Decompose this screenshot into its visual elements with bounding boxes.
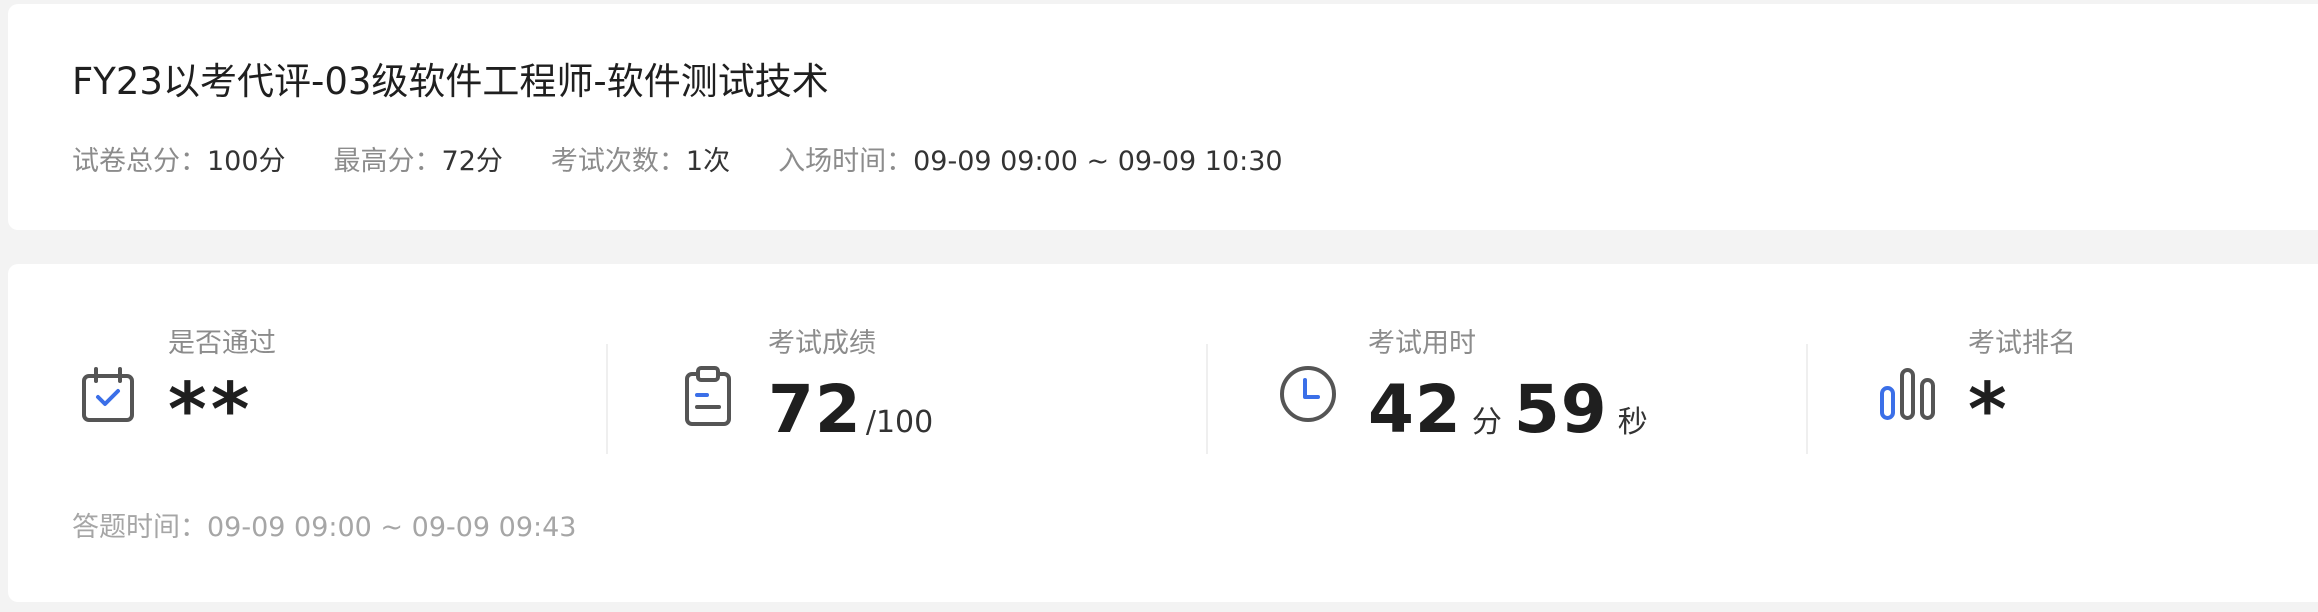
meta-value: 1次 [685, 146, 731, 177]
rank-value: * [1968, 367, 2011, 453]
duration-minutes: 42 [1368, 371, 1462, 448]
answer-time-value: 09-09 09:00 ~ 09-09 09:43 [207, 512, 577, 543]
divider [1806, 344, 1808, 454]
meta-value: 72分 [441, 146, 503, 177]
meta-highest-score: 最高分： 72分 [334, 144, 503, 180]
bar-ranking-icon [1876, 364, 1940, 428]
stat-label: 考试成绩 [768, 328, 876, 359]
exam-meta-row: 试卷总分： 100分 最高分： 72分 考试次数： 1次 入场时间： 09-09… [72, 144, 1283, 180]
meta-label: 入场时间： [778, 146, 914, 177]
stat-label: 是否通过 [168, 328, 276, 359]
clock-icon [1276, 364, 1340, 428]
exam-title: FY23以考代评-03级软件工程师-软件测试技术 [72, 60, 829, 103]
meta-label: 考试次数： [550, 146, 686, 177]
seconds-unit: 秒 [1617, 405, 1648, 440]
calendar-check-icon [76, 364, 140, 428]
minutes-unit: 分 [1471, 405, 1502, 440]
answer-time-label: 答题时间： [72, 512, 207, 543]
stat-pass: 是否通过 ** [76, 326, 676, 476]
stat-label: 考试用时 [1368, 328, 1476, 359]
meta-value: 100分 [207, 146, 286, 177]
clipboard-icon [676, 364, 740, 428]
stat-value: 42 分 59 秒 [1368, 370, 1660, 450]
answer-time: 答题时间： 09-09 09:00 ~ 09-09 09:43 [72, 510, 576, 546]
meta-label: 最高分： [333, 146, 442, 177]
stat-value: 72 /100 [768, 370, 933, 450]
meta-attempts: 考试次数： 1次 [551, 144, 730, 180]
stat-value: ** [168, 370, 253, 450]
stat-rank: 考试排名 * [1876, 326, 2318, 476]
meta-total-score: 试卷总分： 100分 [72, 144, 286, 180]
exam-result-card: 是否通过 ** 考试成绩 72 /100 考试用时 42 分 59 秒 考试排名… [8, 264, 2318, 602]
score-value: 72 [768, 371, 862, 448]
meta-label: 试卷总分： [72, 146, 207, 177]
stat-value: * [1968, 370, 2011, 450]
exam-info-card: FY23以考代评-03级软件工程师-软件测试技术 试卷总分： 100分 最高分：… [8, 4, 2318, 230]
meta-entry-time: 入场时间： 09-09 09:00 ~ 09-09 10:30 [778, 144, 1282, 180]
stat-label: 考试排名 [1968, 328, 2076, 359]
stat-score: 考试成绩 72 /100 [676, 326, 1276, 476]
meta-value: 09-09 09:00 ~ 09-09 10:30 [913, 146, 1283, 177]
duration-seconds: 59 [1513, 371, 1608, 448]
pass-value: ** [168, 367, 254, 453]
divider [1206, 344, 1208, 454]
score-total: /100 [865, 405, 934, 440]
stat-duration: 考试用时 42 分 59 秒 [1276, 326, 1876, 476]
divider [606, 344, 608, 454]
